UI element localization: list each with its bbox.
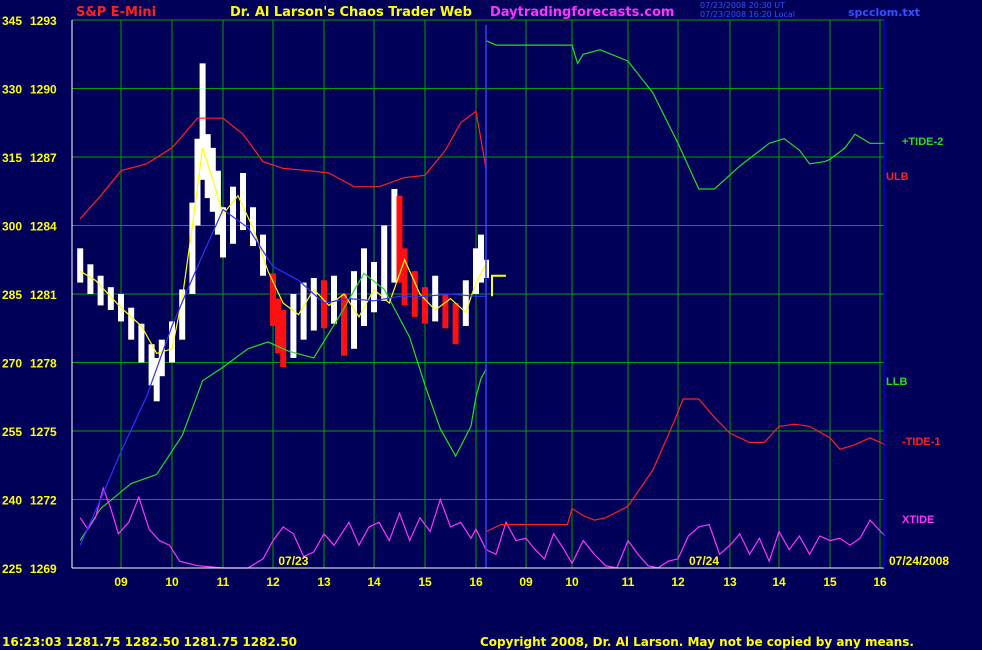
series--tide-2 <box>485 40 885 190</box>
x-tick-label: 14 <box>367 575 381 589</box>
y-left-tick-label: 240 <box>2 494 22 508</box>
price-bar <box>422 287 428 324</box>
series-xtide <box>79 486 886 569</box>
y-left-tick-label: 225 <box>2 562 22 576</box>
y-left-tick-label: 255 <box>2 425 22 439</box>
x-tick-label: 14 <box>772 575 786 589</box>
last-price-marker <box>491 274 506 297</box>
y-price-tick-label: 1275 <box>30 425 57 439</box>
x-tick-label: 16 <box>873 575 887 589</box>
timestamp-local: 07/23/2008 16:20 Local <box>700 10 795 19</box>
price-bar <box>97 275 104 306</box>
date-label: 07/24 <box>689 554 719 568</box>
price-bars <box>77 63 489 402</box>
price-bar <box>158 339 165 377</box>
copyright: Copyright 2008, Dr. Al Larson. May not b… <box>480 635 914 649</box>
y-left-tick-label: 330 <box>2 83 22 97</box>
price-bar <box>310 278 317 331</box>
series-label-minus-tide1: -TIDE-1 <box>902 436 941 448</box>
price-bar <box>280 309 287 368</box>
price-bar <box>371 262 377 313</box>
price-bar <box>290 294 297 358</box>
x-tick-label: 13 <box>723 575 737 589</box>
x-tick-label: 09 <box>114 575 128 589</box>
y-left-tick-label: 270 <box>2 357 22 371</box>
y-left-tick-label: 300 <box>2 220 22 234</box>
price-bar <box>442 294 449 329</box>
y-price-tick-label: 1293 <box>30 14 57 28</box>
x-tick-label: 16 <box>469 575 483 589</box>
y-price-tick-label: 1269 <box>30 562 57 576</box>
price-bar <box>432 275 439 322</box>
x-tick-label: 11 <box>622 575 635 589</box>
price-bar <box>77 248 84 283</box>
date-label: 07/24/2008 <box>889 554 949 568</box>
series-label-plus-tide2: +TIDE-2 <box>902 136 943 148</box>
y-price-tick-label: 1281 <box>30 288 57 302</box>
series-label-llb: LLB <box>886 376 907 388</box>
price-bar <box>300 282 307 340</box>
chart-title: Dr. Al Larson's Chaos Trader Web <box>230 5 472 20</box>
price-bar <box>321 280 327 329</box>
y-price-tick-label: 1284 <box>30 220 57 234</box>
x-tick-label: 15 <box>823 575 837 589</box>
price-bar <box>361 248 367 326</box>
price-bar <box>452 303 459 345</box>
x-tick-label: 11 <box>217 575 230 589</box>
chart: 345 1293 330 1290 315 1287 300 1284 285 1281 270 12… <box>2 14 949 589</box>
price-bar <box>341 294 347 356</box>
last-quote: 16:23:03 1281.75 1282.50 1281.75 1282.50 <box>2 635 298 649</box>
timestamp-ut: 07/23/2008 20:30 UT <box>700 1 785 10</box>
y-price-tick-label: 1278 <box>30 357 57 371</box>
site-link[interactable]: Daytradingforecasts.com <box>490 5 674 20</box>
x-tick-label: 12 <box>671 575 685 589</box>
x-tick-label: 09 <box>519 575 533 589</box>
series-label-xtide: XTIDE <box>902 514 934 526</box>
series--tide-1 <box>485 398 886 533</box>
x-tick-label: 10 <box>165 575 179 589</box>
x-tick-label: 15 <box>418 575 432 589</box>
y-left-tick-label: 285 <box>2 288 22 302</box>
y-price-tick-label: 1290 <box>30 83 57 97</box>
date-label: 07/23 <box>278 554 308 568</box>
y-left-tick-label: 315 <box>2 151 22 165</box>
series-label-ulb: ULB <box>886 171 909 183</box>
data-file-name: spcclom.txt <box>848 6 921 19</box>
x-tick-label: 13 <box>317 575 331 589</box>
price-bar <box>128 307 135 340</box>
y-left-tick-label: 345 <box>2 14 22 28</box>
y-price-tick-label: 1287 <box>30 151 57 165</box>
y-price-tick-label: 1272 <box>30 494 57 508</box>
x-tick-label: 12 <box>266 575 280 589</box>
x-tick-label: 10 <box>565 575 579 589</box>
instrument-title: S&P E-Mini <box>76 5 157 20</box>
price-bar <box>462 280 469 326</box>
